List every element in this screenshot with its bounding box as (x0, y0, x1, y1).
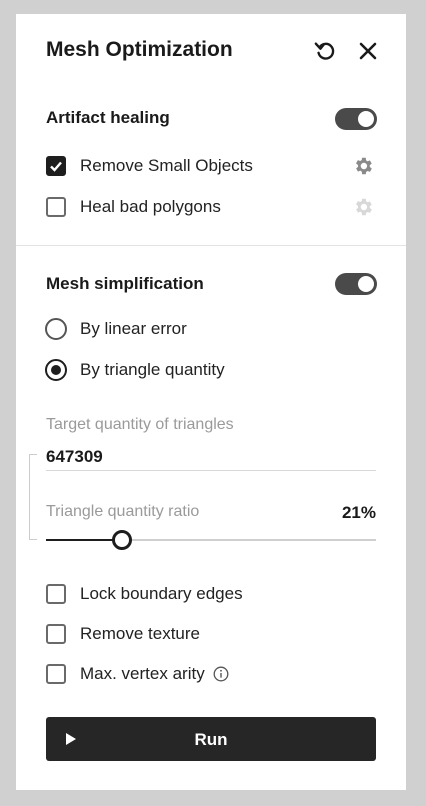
option-label: Lock boundary edges (80, 584, 243, 603)
artifact-healing-title: Artifact healing (46, 108, 170, 127)
linear-error-radio[interactable] (45, 318, 67, 340)
ratio-slider-fill (46, 539, 122, 541)
option-remove-texture[interactable]: Remove texture (46, 622, 200, 646)
mode-triangle-quantity[interactable]: By triangle quantity (45, 358, 225, 382)
remove-texture-checkbox[interactable] (46, 624, 66, 644)
reset-icon (314, 42, 335, 60)
ratio-slider-thumb[interactable] (111, 530, 132, 550)
remove-small-objects-settings[interactable] (350, 153, 376, 179)
max-vertex-arity-checkbox[interactable] (46, 664, 66, 684)
section-divider (16, 245, 406, 246)
ratio-value: 21% (341, 503, 376, 522)
toggle-knob (358, 111, 374, 127)
mesh-simplification-title: Mesh simplification (46, 274, 204, 293)
info-icon (213, 666, 229, 682)
close-icon (359, 42, 377, 60)
field-link-bracket-top (29, 454, 37, 455)
mode-label: By triangle quantity (80, 360, 225, 379)
gear-icon (356, 198, 372, 216)
target-quantity-input[interactable]: 647309 (46, 447, 376, 467)
field-link-bracket (29, 454, 30, 540)
target-quantity-underline (46, 470, 376, 471)
run-button[interactable]: Run (46, 717, 376, 761)
gear-icon (356, 157, 372, 175)
remove-small-objects-checkbox[interactable] (46, 156, 66, 176)
option-label: Heal bad polygons (80, 197, 221, 216)
target-quantity-label: Target quantity of triangles (46, 416, 234, 433)
panel-title: Mesh Optimization (46, 38, 233, 61)
option-heal-bad-polygons[interactable]: Heal bad polygons (46, 195, 221, 219)
mesh-optimization-panel: Mesh Optimization Artifact healing Remov… (16, 14, 406, 790)
ratio-label: Triangle quantity ratio (46, 503, 200, 520)
mode-linear-error[interactable]: By linear error (45, 317, 187, 341)
run-button-label: Run (194, 730, 228, 749)
triangle-quantity-radio[interactable] (45, 359, 67, 381)
mode-label: By linear error (80, 319, 187, 338)
option-label: Max. vertex arity (80, 664, 205, 683)
close-button[interactable] (355, 38, 381, 64)
radio-dot (51, 365, 61, 375)
lock-boundary-edges-checkbox[interactable] (46, 584, 66, 604)
option-label: Remove Small Objects (80, 156, 253, 175)
reset-button[interactable] (312, 38, 338, 64)
option-max-vertex-arity[interactable]: Max. vertex arity (46, 662, 229, 686)
heal-bad-polygons-settings (350, 194, 376, 220)
info-button[interactable] (213, 666, 229, 682)
option-lock-boundary-edges[interactable]: Lock boundary edges (46, 582, 243, 606)
ratio-slider[interactable] (46, 530, 376, 550)
artifact-healing-toggle[interactable] (335, 108, 377, 130)
toggle-knob (358, 276, 374, 292)
heal-bad-polygons-checkbox[interactable] (46, 197, 66, 217)
mesh-simplification-toggle[interactable] (335, 273, 377, 295)
field-link-bracket-bottom (29, 539, 37, 540)
option-label: Remove texture (80, 624, 200, 643)
option-remove-small-objects[interactable]: Remove Small Objects (46, 154, 253, 178)
checkmark-icon (50, 161, 62, 172)
